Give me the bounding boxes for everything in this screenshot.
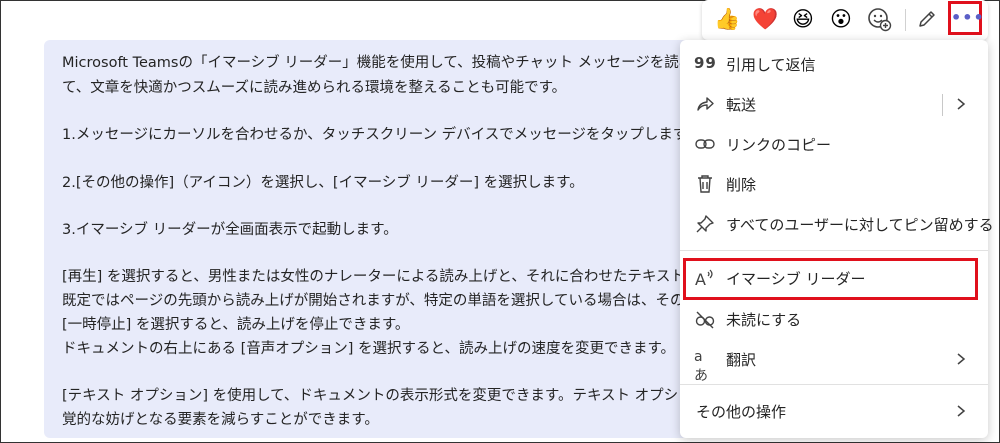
message-line: 覚的な妨げとなる要素を減らすことができます。 <box>62 412 379 428</box>
message-line: 1.メッセージにカーソルを合わせるか、タッチスクリーン デバイスでメッセージをタ… <box>62 127 701 143</box>
message-line: て、文章を快適かつスムーズに読み進められる環境を整えることも可能です。 <box>62 80 567 96</box>
chevron-right-icon[interactable] <box>956 94 966 114</box>
toolbar-divider <box>905 9 906 31</box>
reaction-bar: 👍 ❤️ 😆 😮 ••• <box>702 0 988 40</box>
surprised-reaction-button[interactable]: 😮 <box>828 6 854 32</box>
menu-item-label: 未読にする <box>726 311 802 329</box>
unread-icon <box>694 308 716 330</box>
message-line: [一時停止] を選択すると、読み上げを停止できます。 <box>62 317 410 333</box>
menu-item-forward[interactable]: 転送 <box>680 84 988 124</box>
menu-item-label: 翻訳 <box>726 351 757 369</box>
add-emoji-icon <box>868 8 892 32</box>
message-line: 既定ではページの先頭から読み上げが開始されますが、特定の単語を選択している場合は… <box>62 293 685 309</box>
menu-item-label: 削除 <box>726 176 757 194</box>
menu-item-mark-unread[interactable]: 未読にする <box>680 299 988 339</box>
message-line: ドキュメントの右上にある [音声オプション] を選択すると、読み上げの速度を変更… <box>62 341 675 357</box>
chevron-right-icon <box>956 349 966 369</box>
menu-divider <box>680 250 988 251</box>
message-context-menu: 99 引用して返信 転送 リンクのコピー 削除 すべてのユーザーに対してピン留め… <box>680 40 994 438</box>
message-line: 2.[その他の操作]（アイコン）を選択し、[イマーシブ リーダー] を選択します… <box>62 175 584 191</box>
highlight-annotation <box>683 258 978 300</box>
translate-icon: aあ <box>694 349 708 384</box>
menu-divider <box>680 384 988 385</box>
laugh-reaction-button[interactable]: 😆 <box>790 6 816 32</box>
message-line: [テキスト オプション] を使用して、ドキュメントの表示形式を変更できます。テキ… <box>62 388 744 404</box>
more-icon: ••• <box>951 8 985 27</box>
quote-icon: 99 <box>694 54 717 72</box>
message-line: 3.イマーシブ リーダーが全画面表示で起動します。 <box>62 222 398 238</box>
menu-item-copy-link[interactable]: リンクのコピー <box>680 124 988 164</box>
menu-item-quote-reply[interactable]: 99 引用して返信 <box>680 44 988 84</box>
submenu-divider <box>942 94 943 116</box>
heart-reaction-button[interactable]: ❤️ <box>752 6 778 32</box>
trash-icon <box>694 173 716 195</box>
menu-item-more-actions[interactable]: その他の操作 <box>680 391 988 431</box>
menu-item-label: その他の操作 <box>696 403 787 421</box>
menu-item-pin-for-everyone[interactable]: すべてのユーザーに対してピン留めする <box>680 204 994 244</box>
chat-message[interactable]: Microsoft Teamsの「イマーシブ リーダー」機能を使用して、投稿やチ… <box>44 40 744 438</box>
menu-item-delete[interactable]: 削除 <box>680 164 988 204</box>
add-reaction-button[interactable] <box>866 6 892 32</box>
link-icon <box>694 133 716 155</box>
forward-icon <box>694 93 716 115</box>
menu-item-label: 転送 <box>726 96 757 114</box>
message-line: [再生] を選択すると、男性または女性のナレーターによる読み上げと、それに合わせ… <box>62 269 714 285</box>
menu-item-label: 引用して返信 <box>726 56 816 74</box>
menu-item-label: リンクのコピー <box>726 136 832 154</box>
menu-item-translate[interactable]: aあ 翻訳 <box>680 339 988 384</box>
more-options-button[interactable]: ••• <box>948 1 985 35</box>
pin-icon <box>694 213 716 235</box>
pencil-icon <box>919 11 935 27</box>
chevron-right-icon <box>956 401 966 421</box>
message-line: Microsoft Teamsの「イマーシブ リーダー」機能を使用して、投稿やチ… <box>62 55 737 71</box>
like-reaction-button[interactable]: 👍 <box>714 6 740 32</box>
edit-button[interactable] <box>915 7 939 31</box>
menu-item-label: すべてのユーザーに対してピン留めする <box>726 216 994 234</box>
